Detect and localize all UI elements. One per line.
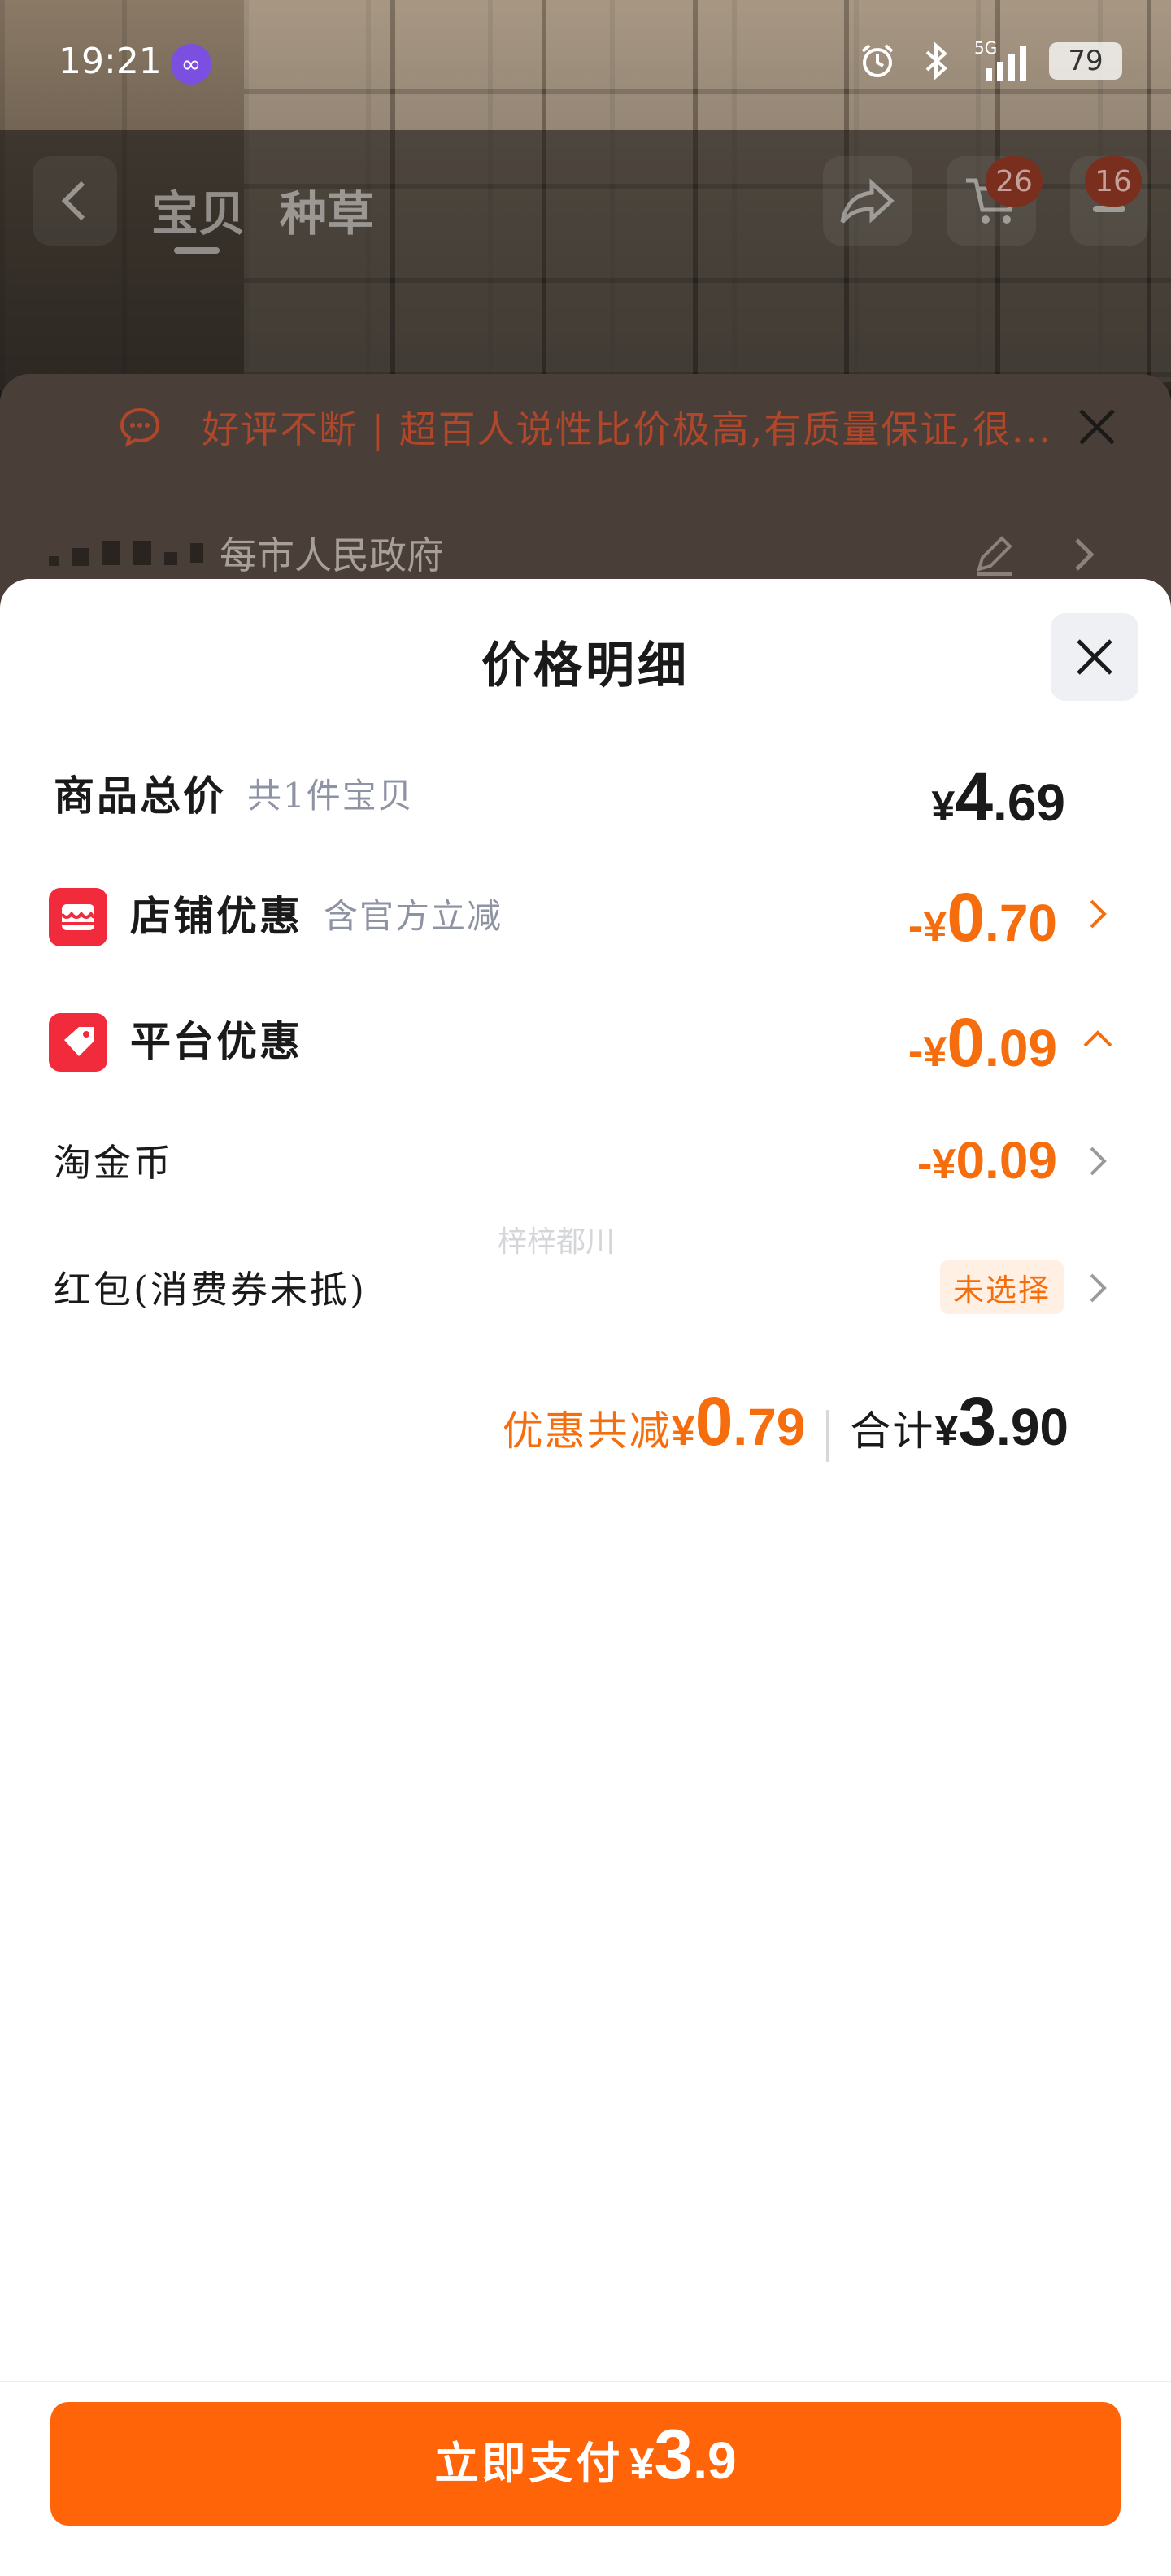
address-row[interactable]: 每市人民政府 [49, 520, 1122, 585]
row-platform-discount[interactable]: 平台优惠 - ¥ 0 .09 [0, 994, 1171, 1083]
chevron-right-icon [1090, 1147, 1107, 1176]
share-button[interactable] [823, 156, 912, 246]
svg-text:5G: 5G [974, 39, 997, 58]
review-banner: 好评不断 | 超百人说性比价极高,有质量保证,很... [0, 374, 1171, 480]
sheet-close-button[interactable] [1051, 613, 1138, 701]
pay-now-yen: ¥ [629, 2439, 655, 2488]
shop-discount-value: - ¥ 0 .70 [908, 868, 1057, 958]
pay-now-button[interactable]: 立即支付 ¥ 3 .9 [50, 2402, 1121, 2526]
coins-int: 0 [956, 1131, 986, 1190]
app-infinity-icon: ∞ [171, 44, 211, 85]
share-icon [840, 178, 895, 224]
review-close-button[interactable] [1069, 398, 1125, 455]
price-summary: 优惠共减 ¥ 0 .79 合计 ¥ 3 .90 [503, 1387, 1069, 1485]
shop-discount-yen: ¥ [923, 903, 947, 951]
row-taojin-coins[interactable]: 淘金币 - ¥ 0 .09 [0, 1116, 1171, 1205]
coins-yen: ¥ [932, 1141, 956, 1188]
menu-count-badge: 16 [1085, 156, 1142, 207]
alarm-icon [857, 39, 898, 83]
bluetooth-icon [916, 39, 956, 83]
cart-count-badge: 26 [986, 156, 1043, 207]
total-summary-dec: .90 [996, 1398, 1069, 1456]
close-icon [1077, 639, 1112, 675]
review-banner-text: 好评不断 | 超百人说性比价极高,有质量保证,很... [202, 407, 1052, 451]
back-icon [61, 181, 85, 221]
sheet-title: 价格明细 [481, 637, 690, 694]
goods-total-dec: .69 [993, 773, 1065, 832]
platform-discount-sign: - [908, 1025, 924, 1076]
platform-discount-label: 平台优惠 [130, 1017, 303, 1065]
chevron-right-icon [1090, 1273, 1107, 1303]
shop-icon [49, 888, 107, 946]
goods-total-yen: ¥ [931, 783, 956, 830]
discount-summary-dec: .79 [733, 1398, 806, 1456]
total-summary-label: 合计 [850, 1408, 935, 1455]
address-text: 每市人民政府 [220, 533, 444, 577]
total-summary-yen: ¥ [934, 1408, 959, 1455]
coins-label: 淘金币 [54, 1141, 173, 1185]
footer-divider [0, 2381, 1171, 2382]
chevron-right-icon [1075, 538, 1095, 571]
total-summary: 合计 ¥ 3 .90 [850, 1387, 1069, 1457]
more-icon [1093, 206, 1125, 212]
discount-summary-label: 优惠共减 [502, 1408, 672, 1455]
shop-discount-int: 0 [947, 879, 986, 955]
price-detail-sheet: 价格明细 商品总价 共1件宝贝 ¥ 4 .69 店铺优惠 含官方立减 - ¥ 0… [0, 579, 1171, 2576]
discount-summary-yen: ¥ [671, 1408, 695, 1455]
pay-now-int: 3 [654, 2416, 694, 2494]
row-goods-total: 商品总价 共1件宝贝 ¥ 4 .69 [0, 748, 1171, 838]
coins-sign: - [916, 1137, 933, 1188]
status-time: 19:21 [59, 41, 162, 82]
coins-value: - ¥ 0 .09 [917, 1116, 1057, 1205]
shop-discount-dec: .70 [985, 894, 1057, 952]
chat-bubble-icon [120, 407, 160, 447]
pay-now-dec: .9 [693, 2431, 737, 2490]
tab-underline [174, 247, 220, 254]
red-packet-status-badge: 未选择 [939, 1260, 1064, 1314]
pay-now-label: 立即支付 [434, 2437, 624, 2489]
back-button[interactable] [33, 156, 117, 246]
close-icon [1079, 409, 1115, 445]
coins-dec: .09 [985, 1131, 1057, 1190]
goods-total-title: 商品总价 [54, 772, 226, 820]
shop-discount-sub: 含官方立减 [324, 895, 503, 936]
tab-baby[interactable]: 宝贝 [151, 176, 246, 244]
goods-total-label: 商品总价 共1件宝贝 [54, 748, 414, 838]
platform-discount-int: 0 [947, 1004, 986, 1081]
row-red-packet[interactable]: 红包(消费券未抵) 未选择 [0, 1242, 1171, 1332]
edit-icon[interactable] [971, 532, 1016, 577]
signal-icon: 5G [974, 39, 1031, 83]
address-masked [49, 540, 203, 566]
goods-count: 共1件宝贝 [247, 775, 414, 816]
product-nav-bar: 宝贝 种草 26 16 [0, 146, 1171, 260]
platform-discount-value: - ¥ 0 .09 [908, 994, 1057, 1083]
shop-discount-label: 店铺优惠 含官方立减 [130, 868, 503, 958]
discount-summary: 优惠共减 ¥ 0 .79 [503, 1387, 806, 1457]
chevron-right-icon [1090, 899, 1107, 929]
tag-icon [49, 1013, 107, 1072]
chevron-up-icon [1083, 1030, 1112, 1047]
row-shop-discount[interactable]: 店铺优惠 含官方立减 - ¥ 0 .70 [0, 868, 1171, 958]
platform-discount-dec: .09 [985, 1019, 1057, 1077]
goods-total-int: 4 [955, 759, 994, 835]
battery-icon: 79 [1049, 42, 1122, 80]
status-icons: 5G 79 [857, 39, 1122, 83]
discount-summary-int: 0 [694, 1383, 734, 1460]
shop-discount-sign: - [908, 899, 924, 951]
shop-discount-title: 店铺优惠 [130, 892, 303, 940]
status-bar: 19:21 ∞ 5G 79 [0, 0, 1171, 130]
summary-divider [826, 1410, 829, 1462]
tab-recommend[interactable]: 种草 [280, 176, 374, 244]
platform-discount-yen: ¥ [923, 1029, 947, 1076]
goods-total-value: ¥ 4 .69 [931, 748, 1065, 838]
total-summary-int: 3 [958, 1383, 997, 1460]
red-packet-label: 红包(消费券未抵) [54, 1268, 367, 1312]
